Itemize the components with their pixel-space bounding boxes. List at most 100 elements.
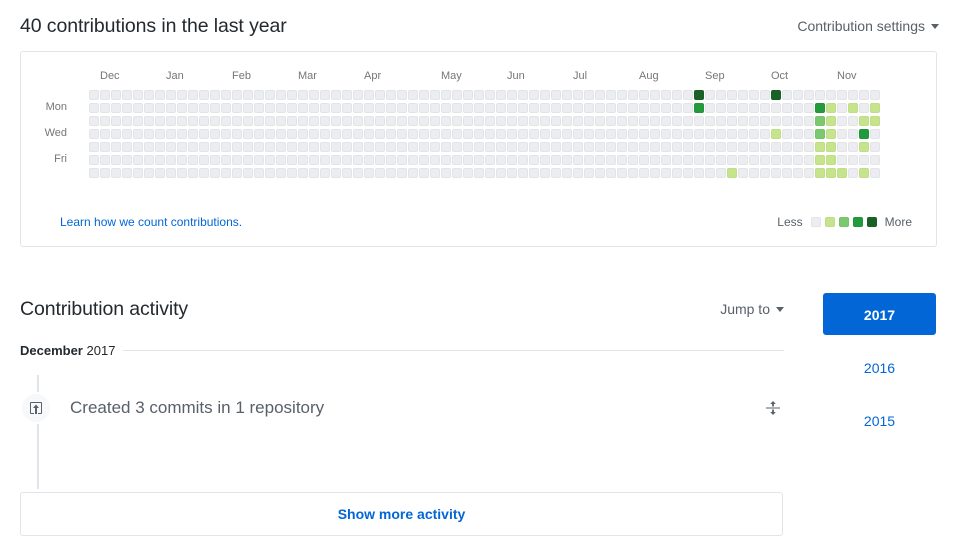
- contribution-day-cell[interactable]: [617, 155, 627, 165]
- contribution-day-cell[interactable]: [419, 168, 429, 178]
- contribution-day-cell[interactable]: [672, 103, 682, 113]
- contribution-day-cell[interactable]: [122, 116, 132, 126]
- contribution-day-cell[interactable]: [738, 168, 748, 178]
- contribution-day-cell[interactable]: [771, 155, 781, 165]
- contribution-day-cell[interactable]: [243, 103, 253, 113]
- contribution-day-cell[interactable]: [760, 155, 770, 165]
- contribution-day-cell[interactable]: [441, 103, 451, 113]
- contribution-day-cell[interactable]: [188, 168, 198, 178]
- contribution-day-cell[interactable]: [463, 103, 473, 113]
- contribution-day-cell[interactable]: [562, 142, 572, 152]
- contribution-day-cell[interactable]: [353, 129, 363, 139]
- contribution-day-cell[interactable]: [694, 155, 704, 165]
- contribution-day-cell[interactable]: [727, 103, 737, 113]
- contribution-day-cell[interactable]: [210, 155, 220, 165]
- contribution-day-cell[interactable]: [650, 90, 660, 100]
- contribution-day-cell[interactable]: [540, 116, 550, 126]
- contribution-day-cell[interactable]: [837, 116, 847, 126]
- contribution-day-cell[interactable]: [210, 90, 220, 100]
- contribution-day-cell[interactable]: [529, 168, 539, 178]
- contribution-day-cell[interactable]: [463, 116, 473, 126]
- contribution-day-cell[interactable]: [661, 90, 671, 100]
- contribution-day-cell[interactable]: [815, 129, 825, 139]
- contribution-day-cell[interactable]: [375, 142, 385, 152]
- contribution-day-cell[interactable]: [111, 155, 121, 165]
- contribution-day-cell[interactable]: [584, 103, 594, 113]
- contribution-day-cell[interactable]: [606, 155, 616, 165]
- contribution-day-cell[interactable]: [694, 168, 704, 178]
- contribution-day-cell[interactable]: [496, 168, 506, 178]
- contribution-day-cell[interactable]: [210, 168, 220, 178]
- contribution-day-cell[interactable]: [133, 129, 143, 139]
- contribution-day-cell[interactable]: [606, 168, 616, 178]
- contribution-day-cell[interactable]: [89, 168, 99, 178]
- contribution-day-cell[interactable]: [683, 168, 693, 178]
- contribution-day-cell[interactable]: [89, 155, 99, 165]
- contribution-day-cell[interactable]: [188, 155, 198, 165]
- contribution-day-cell[interactable]: [837, 90, 847, 100]
- contribution-day-cell[interactable]: [496, 103, 506, 113]
- contribution-day-cell[interactable]: [100, 90, 110, 100]
- contribution-day-cell[interactable]: [276, 103, 286, 113]
- contribution-day-cell[interactable]: [859, 168, 869, 178]
- contribution-day-cell[interactable]: [518, 155, 528, 165]
- contribution-day-cell[interactable]: [826, 142, 836, 152]
- contribution-day-cell[interactable]: [496, 142, 506, 152]
- contribution-day-cell[interactable]: [320, 116, 330, 126]
- contribution-day-cell[interactable]: [705, 90, 715, 100]
- contribution-day-cell[interactable]: [848, 168, 858, 178]
- contribution-day-cell[interactable]: [155, 103, 165, 113]
- contribution-day-cell[interactable]: [430, 116, 440, 126]
- contribution-day-cell[interactable]: [782, 116, 792, 126]
- contribution-day-cell[interactable]: [529, 116, 539, 126]
- contribution-day-cell[interactable]: [232, 129, 242, 139]
- contribution-day-cell[interactable]: [298, 155, 308, 165]
- contribution-day-cell[interactable]: [122, 155, 132, 165]
- contribution-day-cell[interactable]: [188, 103, 198, 113]
- contribution-day-cell[interactable]: [661, 168, 671, 178]
- contribution-day-cell[interactable]: [782, 168, 792, 178]
- contribution-day-cell[interactable]: [606, 103, 616, 113]
- contribution-day-cell[interactable]: [419, 155, 429, 165]
- contribution-day-cell[interactable]: [122, 142, 132, 152]
- contribution-day-cell[interactable]: [199, 155, 209, 165]
- contribution-day-cell[interactable]: [419, 103, 429, 113]
- contribution-day-cell[interactable]: [661, 116, 671, 126]
- contribution-day-cell[interactable]: [606, 116, 616, 126]
- contribution-day-cell[interactable]: [210, 129, 220, 139]
- contribution-day-cell[interactable]: [507, 155, 517, 165]
- contribution-day-cell[interactable]: [716, 142, 726, 152]
- contribution-day-cell[interactable]: [551, 103, 561, 113]
- contribution-day-cell[interactable]: [342, 168, 352, 178]
- contribution-day-cell[interactable]: [650, 168, 660, 178]
- contribution-day-cell[interactable]: [859, 142, 869, 152]
- contribution-day-cell[interactable]: [243, 142, 253, 152]
- contribution-day-cell[interactable]: [474, 116, 484, 126]
- contribution-day-cell[interactable]: [298, 142, 308, 152]
- contribution-day-cell[interactable]: [562, 129, 572, 139]
- contribution-day-cell[interactable]: [353, 103, 363, 113]
- contribution-day-cell[interactable]: [815, 116, 825, 126]
- contribution-day-cell[interactable]: [738, 90, 748, 100]
- contribution-day-cell[interactable]: [573, 116, 583, 126]
- contribution-day-cell[interactable]: [430, 103, 440, 113]
- contribution-day-cell[interactable]: [760, 116, 770, 126]
- contribution-day-cell[interactable]: [397, 103, 407, 113]
- contribution-day-cell[interactable]: [595, 116, 605, 126]
- contribution-day-cell[interactable]: [716, 116, 726, 126]
- contribution-day-cell[interactable]: [232, 142, 242, 152]
- contribution-day-cell[interactable]: [386, 142, 396, 152]
- contribution-day-cell[interactable]: [584, 116, 594, 126]
- contribution-day-cell[interactable]: [199, 142, 209, 152]
- contribution-day-cell[interactable]: [276, 129, 286, 139]
- contribution-day-cell[interactable]: [595, 168, 605, 178]
- contribution-day-cell[interactable]: [518, 90, 528, 100]
- contribution-day-cell[interactable]: [672, 155, 682, 165]
- contribution-day-cell[interactable]: [254, 129, 264, 139]
- contribution-day-cell[interactable]: [342, 155, 352, 165]
- contribution-day-cell[interactable]: [639, 103, 649, 113]
- contribution-day-cell[interactable]: [507, 142, 517, 152]
- fold-icon[interactable]: [762, 397, 784, 419]
- contribution-day-cell[interactable]: [188, 129, 198, 139]
- contribution-day-cell[interactable]: [573, 142, 583, 152]
